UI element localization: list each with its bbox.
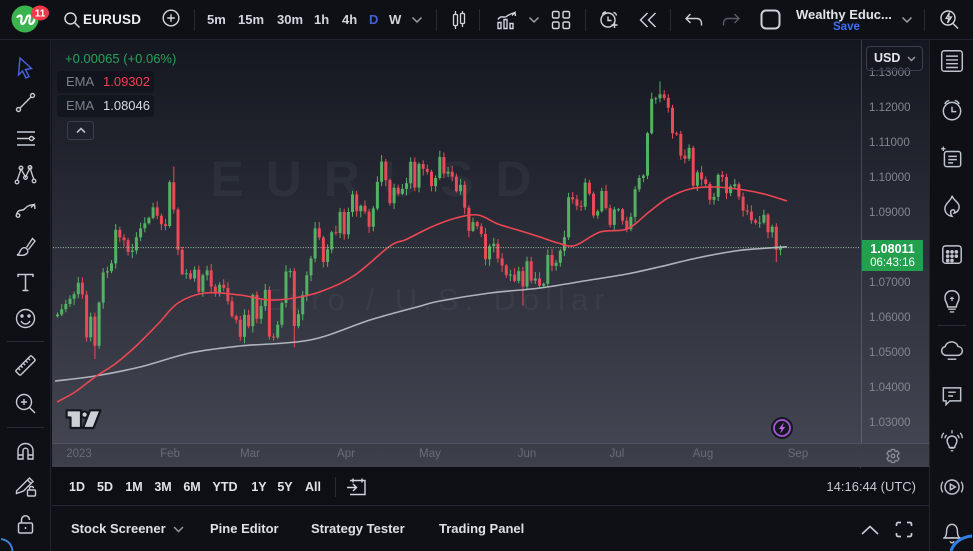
svg-text:Euro / U.S. Dollar: Euro / U.S. Dollar <box>261 282 610 317</box>
svg-text:11: 11 <box>35 9 46 20</box>
